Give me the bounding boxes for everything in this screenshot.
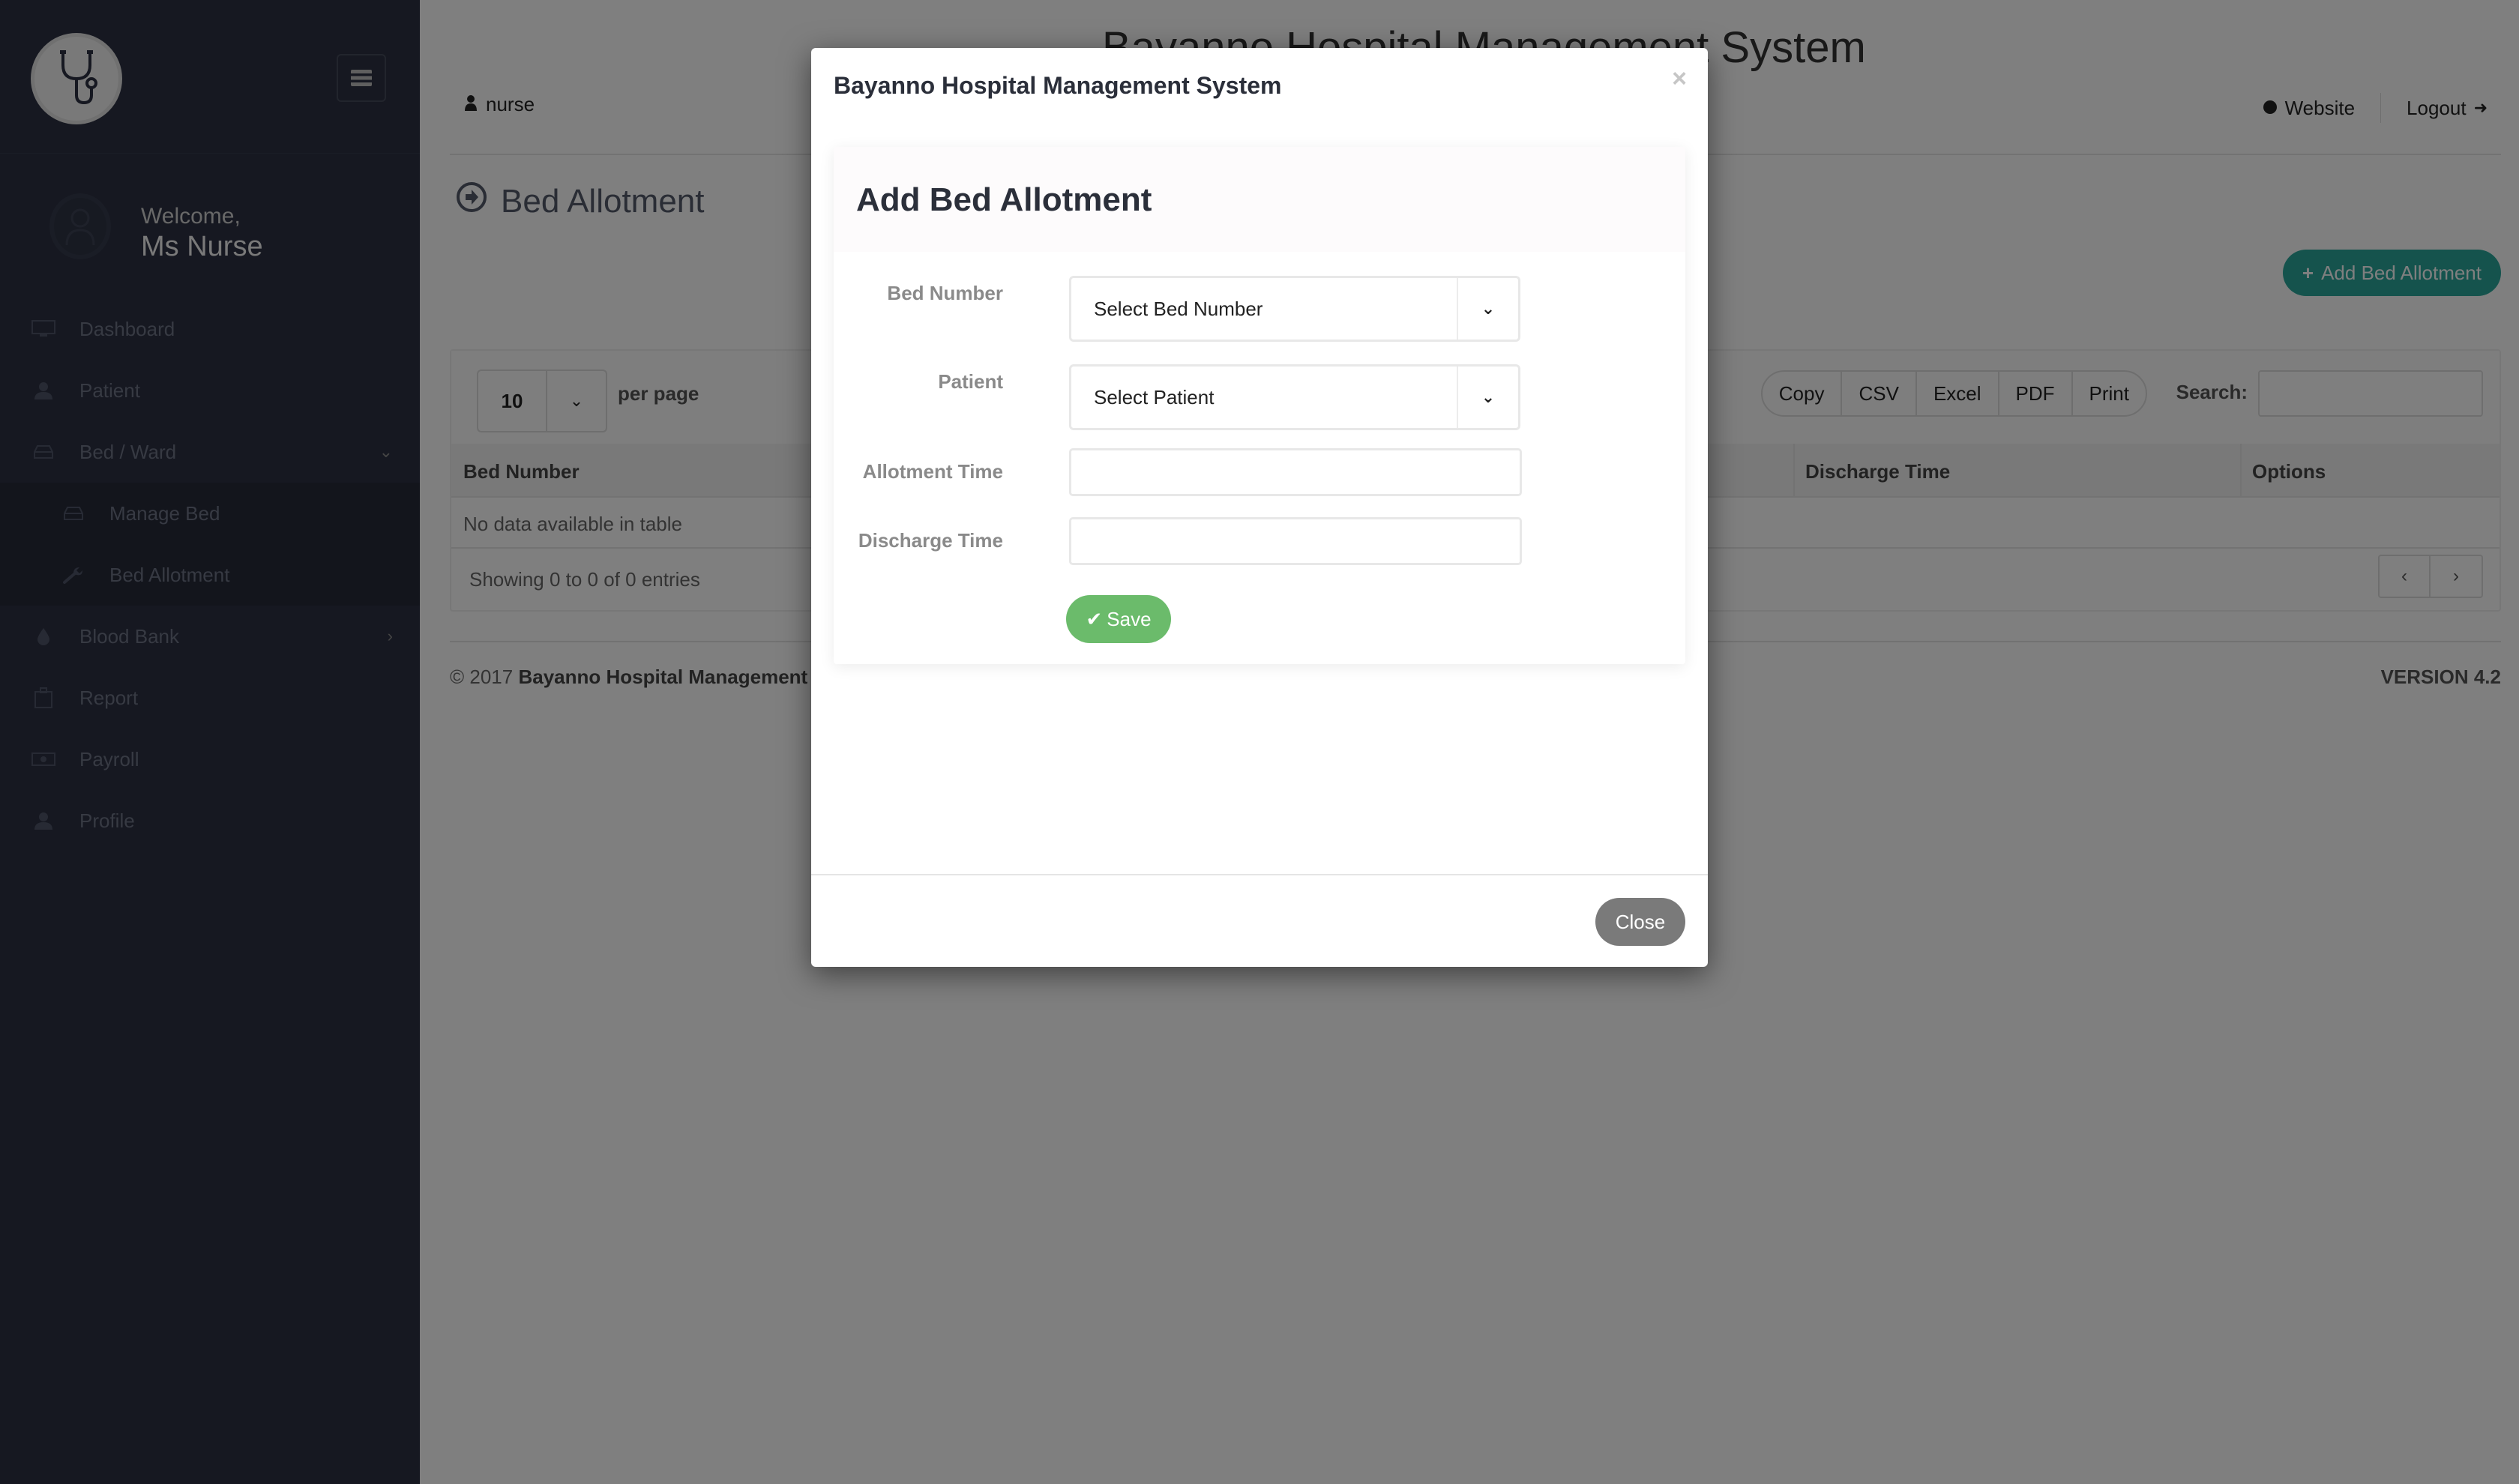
add-bed-allotment-modal: Bayanno Hospital Management System × Add… <box>811 48 1708 967</box>
modal-title: Bayanno Hospital Management System <box>834 72 1282 99</box>
allotment-time-label: Allotment Time <box>862 460 1003 483</box>
form-card-header: Add Bed Allotment <box>834 147 1685 252</box>
discharge-time-input[interactable] <box>1069 517 1522 565</box>
check-icon: ✔ <box>1086 607 1103 630</box>
bed-number-value: Select Bed Number <box>1071 278 1458 340</box>
patient-value: Select Patient <box>1071 367 1458 428</box>
discharge-time-label: Discharge Time <box>858 529 1003 552</box>
modal-footer-divider <box>811 874 1708 875</box>
patient-select[interactable]: Select Patient ⌄ <box>1069 364 1520 430</box>
chevron-down-icon: ⌄ <box>1481 299 1496 318</box>
bed-number-label: Bed Number <box>887 282 1003 304</box>
form-heading: Add Bed Allotment <box>856 181 1152 218</box>
form-card: Add Bed Allotment Bed Number Select Bed … <box>834 147 1685 664</box>
patient-label: Patient <box>938 370 1003 393</box>
save-label: Save <box>1107 607 1152 630</box>
save-button[interactable]: ✔ Save <box>1066 595 1171 643</box>
bed-number-select[interactable]: Select Bed Number ⌄ <box>1069 276 1520 342</box>
allotment-time-input[interactable] <box>1069 448 1522 496</box>
chevron-down-icon: ⌄ <box>1481 387 1496 406</box>
close-icon[interactable]: × <box>1672 64 1687 94</box>
close-button[interactable]: Close <box>1595 898 1685 946</box>
